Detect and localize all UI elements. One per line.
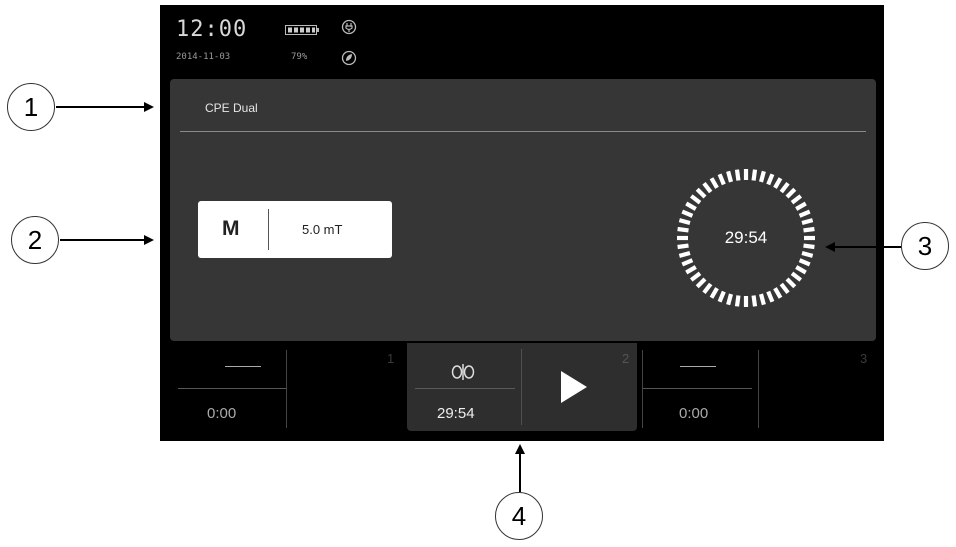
callout-2: 2 — [11, 216, 59, 264]
callout-1: 1 — [7, 83, 55, 131]
channel-number: 3 — [860, 351, 868, 366]
channel-separator — [415, 388, 515, 389]
timer-remaining: 29:54 — [724, 228, 768, 247]
program-title: CPE Dual — [205, 101, 258, 115]
callout-arrow — [519, 452, 521, 492]
program-panel: CPE Dual M 5.0 mT 29:54 — [170, 79, 876, 341]
intensity-mode: M — [222, 217, 240, 240]
panel-divider — [180, 131, 866, 132]
channel-2[interactable]: 29:54 2 — [407, 343, 637, 431]
clock: 12:00 — [176, 17, 248, 42]
intensity-chip[interactable]: M 5.0 mT — [198, 201, 392, 258]
channel-separator — [178, 388, 286, 389]
battery-icon — [285, 25, 319, 35]
applicator-icon — [451, 364, 475, 380]
callout-arrow — [832, 246, 901, 248]
callout-arrow — [60, 239, 148, 241]
intensity-value: 5.0 mT — [302, 222, 343, 237]
date: 2014-11-03 — [176, 52, 231, 62]
channel-time: 0:00 — [679, 405, 709, 422]
battery-percent: 79% — [291, 52, 308, 62]
play-button[interactable] — [557, 369, 589, 405]
channel-separator — [286, 350, 287, 428]
channel-separator — [521, 349, 522, 425]
callout-3: 3 — [901, 222, 949, 270]
arrowhead-icon — [144, 102, 154, 112]
arrowhead-icon — [825, 242, 835, 252]
play-icon — [561, 371, 587, 403]
channel-number: 1 — [387, 351, 395, 366]
channel-dash — [225, 366, 261, 367]
eco-icon — [341, 50, 357, 66]
channel-separator — [642, 350, 643, 428]
chip-separator — [268, 209, 269, 250]
callout-4: 4 — [495, 492, 543, 540]
callout-arrow — [56, 106, 148, 108]
channel-1[interactable]: 0:00 1 — [178, 346, 407, 431]
channel-time: 0:00 — [207, 405, 237, 422]
channel-time: 29:54 — [437, 405, 475, 422]
channel-separator — [758, 350, 759, 428]
channel-dash — [680, 366, 716, 367]
arrowhead-icon — [144, 235, 154, 245]
channel-3[interactable]: 0:00 3 — [637, 346, 869, 431]
channel-separator — [642, 388, 752, 389]
plug-icon — [341, 19, 357, 35]
arrowhead-icon — [515, 444, 525, 454]
channel-number: 2 — [622, 351, 630, 366]
device-screen: 12:00 2014-11-03 79% CPE Dual M 5.0 mT 2… — [160, 5, 884, 441]
